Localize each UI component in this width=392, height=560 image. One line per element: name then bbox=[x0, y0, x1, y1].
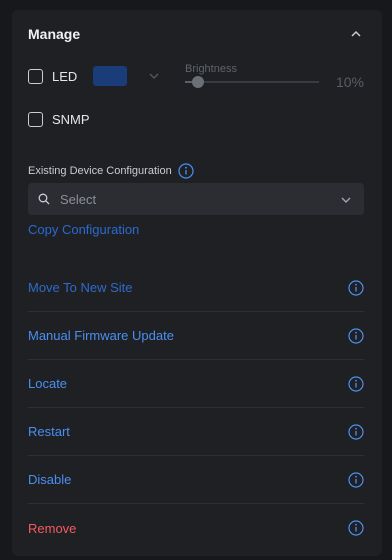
action-label: Manual Firmware Update bbox=[28, 328, 174, 343]
snmp-checkbox[interactable] bbox=[28, 111, 43, 127]
config-label: Existing Device Configuration bbox=[28, 165, 172, 177]
move-to-new-site-action[interactable]: Move To New Site bbox=[28, 264, 364, 312]
brightness-slider[interactable] bbox=[185, 76, 319, 88]
info-icon[interactable] bbox=[348, 328, 364, 344]
disable-action[interactable]: Disable bbox=[28, 456, 364, 504]
info-icon[interactable] bbox=[348, 520, 364, 536]
select-placeholder: Select bbox=[60, 192, 97, 207]
info-icon[interactable] bbox=[178, 163, 194, 179]
manual-firmware-update-action[interactable]: Manual Firmware Update bbox=[28, 312, 364, 360]
led-label: LED bbox=[52, 68, 78, 84]
brightness-slider-thumb[interactable] bbox=[192, 76, 205, 88]
info-icon[interactable] bbox=[348, 376, 364, 392]
locate-action[interactable]: Locate bbox=[28, 360, 364, 408]
chevron-down-icon[interactable] bbox=[148, 70, 160, 82]
brightness-label: Brightness bbox=[185, 63, 237, 75]
action-label: Locate bbox=[28, 376, 68, 391]
config-label-row: Existing Device Configuration bbox=[28, 163, 194, 179]
led-row: LED bbox=[28, 66, 77, 86]
chevron-up-icon[interactable] bbox=[350, 28, 362, 40]
led-color-swatch[interactable] bbox=[93, 66, 127, 86]
info-icon[interactable] bbox=[348, 280, 364, 296]
action-label: Restart bbox=[28, 424, 70, 439]
led-checkbox[interactable] bbox=[28, 68, 43, 84]
manage-panel: Manage LED Brightness 10% SNMP Existing … bbox=[12, 10, 382, 556]
panel-title: Manage bbox=[28, 26, 81, 42]
search-icon bbox=[38, 193, 50, 205]
snmp-label: SNMP bbox=[52, 111, 90, 127]
info-icon[interactable] bbox=[348, 472, 364, 488]
manage-header[interactable]: Manage bbox=[28, 25, 366, 43]
brightness-value: 10% bbox=[335, 74, 364, 90]
action-label: Remove bbox=[28, 520, 77, 536]
remove-action[interactable]: Remove bbox=[28, 504, 364, 552]
info-icon[interactable] bbox=[348, 424, 364, 440]
copy-configuration-link[interactable]: Copy Configuration bbox=[28, 222, 139, 237]
action-label: Disable bbox=[28, 472, 72, 487]
config-select[interactable]: Select bbox=[28, 183, 364, 215]
snmp-row: SNMP bbox=[28, 109, 90, 129]
action-label: Move To New Site bbox=[28, 280, 133, 295]
chevron-down-icon bbox=[341, 197, 351, 203]
restart-action[interactable]: Restart bbox=[28, 408, 364, 456]
